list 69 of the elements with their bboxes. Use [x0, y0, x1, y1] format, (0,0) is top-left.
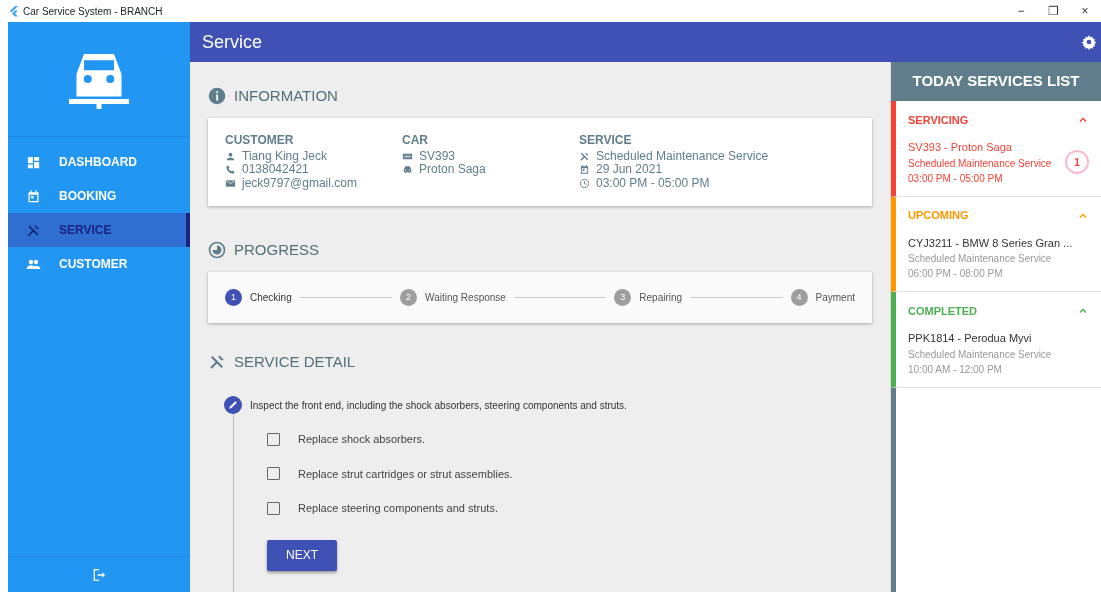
checkbox[interactable]	[267, 501, 280, 515]
logout-icon[interactable]	[91, 566, 107, 583]
info-text: Tiang King Jeck	[242, 149, 327, 163]
service-title: PPK1814 - Perodua Myvi	[908, 331, 1033, 346]
clock-icon	[579, 177, 590, 189]
service-item[interactable]: SV393 - Proton Saga Scheduled Maintenance Service 03:00 PM - 05:00 PM 1	[908, 139, 1089, 186]
task-label: Replace shock absorbers.	[298, 432, 426, 447]
service-title: CYJ3211 - BMW 8 Series Gran ...	[908, 235, 1073, 251]
section-title: PROGRESS	[234, 239, 320, 260]
step-number: 2	[400, 289, 418, 306]
column-heading: CUSTOMER	[225, 134, 295, 148]
tools-icon	[579, 150, 590, 162]
panel-header: TODAY SERVICES LIST	[891, 62, 1101, 101]
service-title: SV393 - Proton Saga	[908, 140, 1013, 155]
service-item[interactable]: PPK1814 - Perodua Myvi Scheduled Maintenance Service 10:00 AM - 12:00 PM	[908, 330, 1089, 377]
mail-icon	[225, 177, 236, 189]
service-time: 03:00 PM - 05:00 PM	[908, 171, 1004, 186]
checkbox[interactable]	[267, 467, 280, 481]
info-icon	[208, 87, 226, 105]
group-title: UPCOMING	[908, 208, 969, 224]
next-button[interactable]: NEXT	[267, 539, 337, 571]
dashboard-icon	[26, 154, 41, 170]
info-text: 0138042421	[242, 163, 309, 177]
instruction-text: Inspect the front end, including the shock absorbers, steering components and struts.	[250, 398, 627, 413]
info-text: 29 Jun 2021	[596, 163, 663, 177]
step-label: Waiting Response	[425, 291, 506, 305]
calendar-icon	[579, 164, 590, 176]
service-time: 06:00 PM - 08:00 PM	[908, 267, 1004, 281]
column-heading: CAR	[402, 134, 429, 148]
info-text: jeck9797@gmail.com	[242, 176, 357, 190]
task-label: Replace strut cartridges or strut assemblies.	[298, 466, 513, 482]
close-button[interactable]: ×	[1069, 2, 1101, 20]
step-number: 4	[790, 289, 808, 306]
service-item[interactable]: CYJ3211 - BMW 8 Series Gran ... Scheduled Maintenance Service 06:00 PM - 08:00 PM	[908, 234, 1089, 281]
section-title: INFORMATION	[234, 85, 338, 106]
info-text: SV393	[419, 149, 456, 163]
info-text: Proton Saga	[419, 163, 486, 177]
tools-icon	[208, 353, 226, 371]
progress-icon	[208, 241, 226, 259]
tools-icon	[26, 222, 41, 238]
checkbox[interactable]	[267, 432, 280, 446]
settings-icon[interactable]	[1081, 34, 1097, 50]
group-title: SERVICING	[908, 112, 969, 128]
step-number: 1	[225, 289, 242, 306]
section-title: SERVICE DETAIL	[234, 351, 356, 372]
step-label: Repairing	[639, 291, 683, 305]
service-type: Scheduled Maintenance Service	[908, 347, 1052, 362]
count-badge: 1	[1065, 150, 1089, 175]
info-text: 03:00 PM - 05:00 PM	[596, 176, 710, 190]
info-text: Scheduled Maintenance Service	[596, 149, 769, 163]
person-icon	[225, 150, 236, 162]
service-type: Scheduled Maintenance Service	[908, 252, 1053, 266]
page-title: Service	[202, 30, 264, 54]
calendar-icon	[26, 188, 41, 204]
step-label: Payment	[815, 291, 855, 305]
edit-icon	[224, 396, 242, 414]
service-type: Scheduled Maintenance Service	[908, 156, 1052, 171]
task-label: Replace steering components and struts.	[298, 501, 498, 516]
step-label: Checking	[250, 291, 292, 305]
phone-icon	[225, 164, 236, 176]
minimize-button[interactable]: −	[1005, 2, 1037, 20]
maximize-button[interactable]: ❐	[1037, 2, 1069, 20]
column-heading: SERVICE	[579, 134, 633, 148]
service-time: 10:00 AM - 12:00 PM	[908, 362, 1003, 377]
car-icon	[402, 164, 413, 176]
window-title: Car Service System - BRANCH	[23, 4, 163, 19]
step-number: 3	[614, 289, 632, 306]
app-icon	[8, 5, 20, 17]
group-title: COMPLETED	[908, 303, 978, 319]
